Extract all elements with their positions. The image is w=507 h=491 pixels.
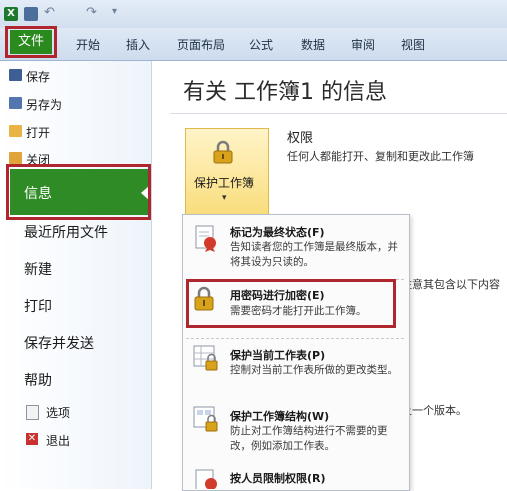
nav-save-as[interactable]: 另存为	[26, 96, 62, 113]
menu-item-protect-sheet-desc: 控制对当前工作表所做的更改类型。	[230, 364, 398, 376]
menu-item-protect-structure[interactable]: 保护工作簿结构(W)	[230, 408, 329, 424]
protect-sheet-icon	[193, 344, 219, 372]
title-bar	[0, 0, 507, 28]
lock-icon	[211, 140, 237, 164]
backstage-nav	[0, 61, 152, 489]
versions-text-partial: 上一个版本。	[401, 404, 467, 417]
chevron-down-icon: ▾	[222, 193, 227, 203]
menu-item-protect-structure-desc: 防止对工作簿结构进行不需要的更改，例如添加工作表。	[230, 425, 388, 452]
tab-home[interactable]: 开始	[76, 36, 100, 53]
menu-item-restrict-permission[interactable]: 按人员限制权限(R)	[230, 470, 326, 486]
tab-review[interactable]: 审阅	[351, 36, 375, 53]
protect-button-label: 保护工作簿	[194, 176, 255, 190]
nav-save[interactable]: 保存	[26, 68, 50, 85]
nav-options[interactable]: 选项	[46, 404, 70, 421]
tab-page-layout[interactable]: 页面布局	[177, 36, 225, 53]
nav-help[interactable]: 帮助	[24, 370, 52, 390]
save-as-icon	[9, 97, 22, 109]
nav-print[interactable]: 打印	[24, 296, 52, 316]
tab-data[interactable]: 数据	[301, 36, 325, 53]
menu-item-protect-sheet[interactable]: 保护当前工作表(P)	[230, 347, 325, 363]
nav-save-send[interactable]: 保存并发送	[24, 333, 94, 353]
options-icon	[26, 405, 39, 420]
tab-view[interactable]: 视图	[401, 36, 425, 53]
nav-open[interactable]: 打开	[26, 124, 50, 141]
tab-insert[interactable]: 插入	[126, 36, 150, 53]
inspect-text-partial: 注意其包含以下内容	[401, 278, 500, 291]
excel-icon: X	[4, 7, 18, 21]
qat-dropdown-icon[interactable]: ▾	[112, 6, 117, 17]
nav-exit[interactable]: 退出	[46, 432, 70, 449]
info-highlight	[6, 164, 151, 220]
redo-icon[interactable]: ↷	[86, 5, 97, 20]
protect-structure-icon	[193, 405, 219, 433]
nav-recent[interactable]: 最近所用文件	[24, 222, 108, 242]
save-icon	[9, 69, 22, 81]
menu-separator	[186, 338, 404, 339]
mark-final-icon	[193, 224, 219, 252]
encrypt-highlight	[186, 279, 396, 328]
title-divider	[170, 113, 507, 114]
folder-open-icon	[9, 125, 22, 137]
page-title: 有关 工作簿1 的信息	[183, 80, 387, 105]
undo-icon[interactable]: ↶	[44, 5, 55, 20]
menu-item-mark-final[interactable]: 标记为最终状态(F)	[230, 224, 325, 240]
file-tab-highlight	[5, 26, 57, 58]
restrict-permission-icon	[193, 468, 219, 489]
exit-icon: ✕	[26, 433, 38, 445]
menu-item-mark-final-desc: 告知读者您的工作簿是最终版本，并将其设为只读的。	[230, 241, 398, 268]
close-file-icon	[9, 152, 22, 164]
permissions-title: 权限	[287, 131, 314, 146]
save-icon[interactable]	[24, 7, 38, 21]
tab-formulas[interactable]: 公式	[249, 36, 273, 53]
nav-new[interactable]: 新建	[24, 259, 52, 279]
permissions-desc: 任何人都能打开、复制和更改此工作簿	[287, 150, 474, 163]
